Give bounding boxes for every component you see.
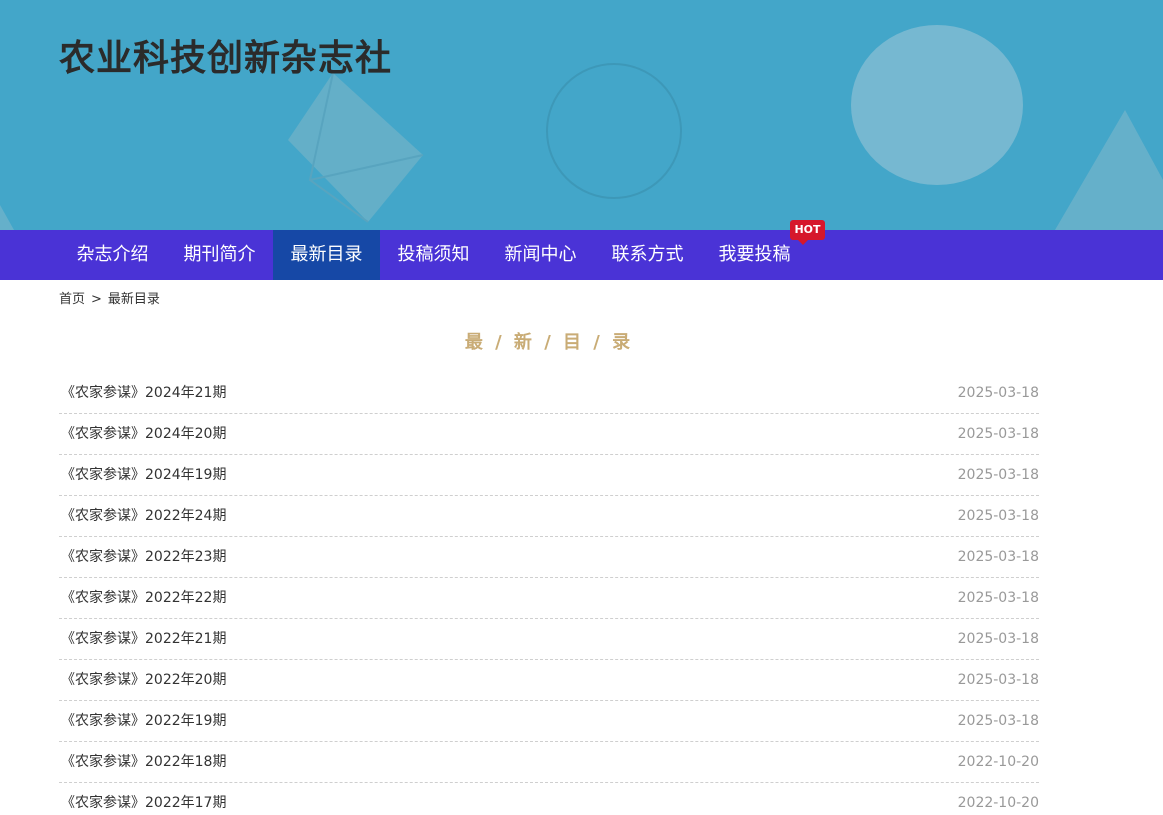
list-item-title[interactable]: 《农家参谋》2022年17期 [61,794,226,812]
list-item-title[interactable]: 《农家参谋》2022年20期 [61,671,226,689]
corner-decoration [0,205,14,230]
list-item: 《农家参谋》2022年19期 2025-03-18 [59,701,1039,742]
nav-item-submission-guide[interactable]: 投稿须知 [380,230,487,280]
list-item-title[interactable]: 《农家参谋》2022年19期 [61,712,226,730]
list-item: 《农家参谋》2022年17期 2022-10-20 [59,783,1039,815]
list-item: 《农家参谋》2022年18期 2022-10-20 [59,742,1039,783]
list-item-date: 2022-10-20 [957,754,1039,770]
hot-badge: HOT [790,220,825,245]
nav-item-latest-catalog[interactable]: 最新目录 [273,230,380,280]
list-item-date: 2025-03-18 [957,549,1039,565]
breadcrumb: 首页 > 最新目录 [59,290,160,310]
nav-item-contact[interactable]: 联系方式 [594,230,701,280]
list-item-date: 2025-03-18 [957,631,1039,647]
breadcrumb-home-link[interactable]: 首页 [59,292,85,307]
list-item-title[interactable]: 《农家参谋》2024年21期 [61,384,226,402]
list-item: 《农家参谋》2022年23期 2025-03-18 [59,537,1039,578]
breadcrumb-separator: > [91,292,102,307]
triangle-decoration [1055,110,1163,230]
list-item: 《农家参谋》2022年24期 2025-03-18 [59,496,1039,537]
list-item-title[interactable]: 《农家参谋》2022年22期 [61,589,226,607]
nav-item-magazine-intro[interactable]: 杂志介绍 [59,230,166,280]
list-item: 《农家参谋》2024年20期 2025-03-18 [59,414,1039,455]
nav-item-news-center[interactable]: 新闻中心 [487,230,594,280]
list-item-title[interactable]: 《农家参谋》2022年24期 [61,507,226,525]
sphere-decoration [851,25,1023,185]
list-item: 《农家参谋》2022年20期 2025-03-18 [59,660,1039,701]
cube-decoration [288,72,424,223]
breadcrumb-current: 最新目录 [107,292,160,307]
banner-decoration [0,25,1163,230]
list-item-date: 2025-03-18 [957,426,1039,442]
list-item: 《农家参谋》2022年22期 2025-03-18 [59,578,1039,619]
list-item-title[interactable]: 《农家参谋》2022年23期 [61,548,226,566]
list-item-title[interactable]: 《农家参谋》2024年19期 [61,466,226,484]
list-item-date: 2022-10-20 [957,795,1039,811]
list-item-date: 2025-03-18 [957,508,1039,524]
list-item-title[interactable]: 《农家参谋》2022年21期 [61,630,226,648]
list-item: 《农家参谋》2022年21期 2025-03-18 [59,619,1039,660]
main-nav: 杂志介绍 期刊简介 最新目录 投稿须知 新闻中心 联系方式 我要投稿 HOT [0,220,1163,280]
list-item-date: 2025-03-18 [957,713,1039,729]
list-item-date: 2025-03-18 [957,672,1039,688]
list-item: 《农家参谋》2024年21期 2025-03-18 [59,373,1039,414]
list-item-title[interactable]: 《农家参谋》2022年18期 [61,753,226,771]
list-item-date: 2025-03-18 [957,467,1039,483]
list-item-date: 2025-03-18 [957,385,1039,401]
list-item-date: 2025-03-18 [957,590,1039,606]
section-title: 最 / 新 / 目 / 录 [464,332,634,353]
list-item-title[interactable]: 《农家参谋》2024年20期 [61,425,226,443]
nav-item-journal-intro[interactable]: 期刊简介 [166,230,273,280]
header-banner: 农业科技创新杂志社 [0,0,1163,230]
ring-decoration [546,63,682,199]
site-title: 农业科技创新杂志社 [59,38,393,79]
list-item: 《农家参谋》2024年19期 2025-03-18 [59,455,1039,496]
catalog-list: 《农家参谋》2024年21期 2025-03-18 《农家参谋》2024年20期 2… [59,373,1039,815]
